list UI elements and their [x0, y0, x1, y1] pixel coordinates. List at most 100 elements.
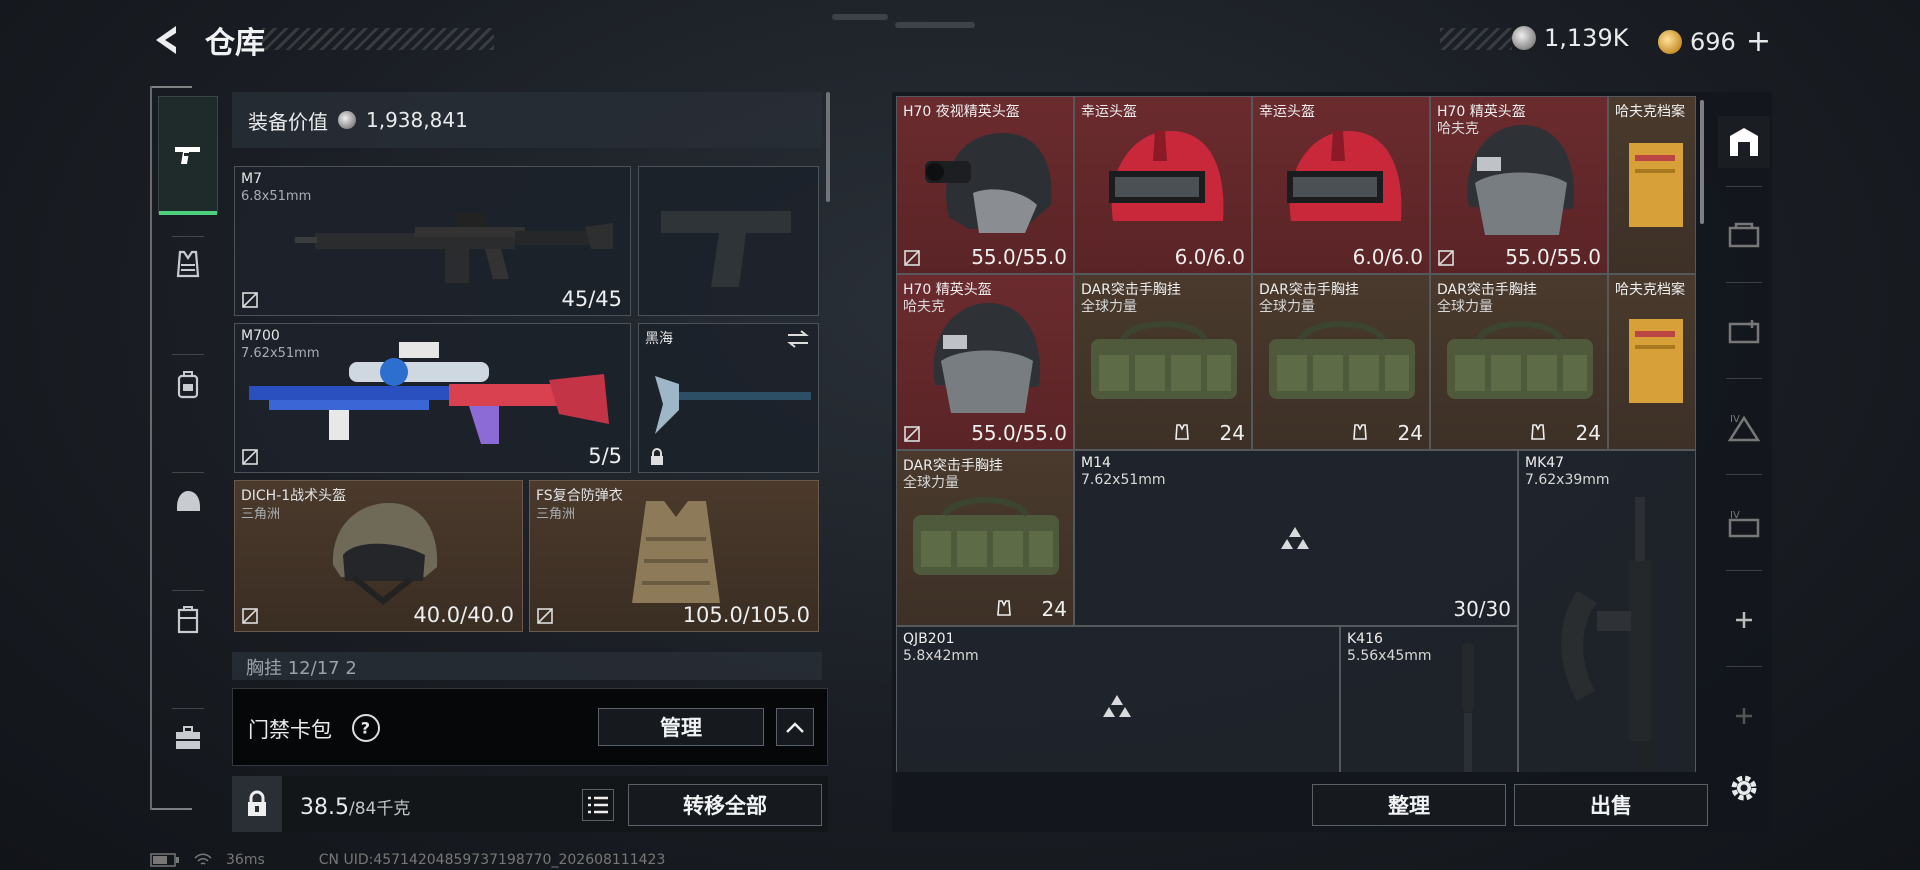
- manage-button[interactable]: 管理: [598, 708, 764, 746]
- plus-icon: [1736, 708, 1752, 724]
- stash-page-1[interactable]: [1718, 116, 1770, 168]
- case-icon: [177, 606, 199, 634]
- nav-backpack[interactable]: [160, 356, 216, 412]
- chest-rig-row[interactable]: 胸挂 12/17 2: [232, 652, 822, 680]
- stash-page-2[interactable]: [1718, 210, 1770, 262]
- keycard-label: 门禁卡包: [248, 718, 332, 742]
- settings-button[interactable]: [1718, 762, 1770, 814]
- stash-item[interactable]: H70 精英头盔 哈夫克 55.0/55.0: [896, 274, 1074, 450]
- secondary-weapon-slot[interactable]: [638, 166, 819, 316]
- warehouse-icon: [1730, 128, 1758, 156]
- document-folder-image: [1629, 143, 1683, 227]
- left-nav: [150, 86, 222, 810]
- armor-vest-image: [632, 501, 720, 603]
- stash-page-4-icon: IV: [1727, 414, 1761, 442]
- stash-page-4[interactable]: IV: [1718, 402, 1770, 454]
- stash-page-3[interactable]: [1718, 306, 1770, 358]
- plus-icon: [1736, 612, 1752, 628]
- stash-item[interactable]: 幸运头盔 6.0/6.0: [1252, 96, 1430, 274]
- stash-item[interactable]: QJB201 5.8x42mm: [896, 626, 1340, 772]
- collapse-button[interactable]: [776, 708, 814, 746]
- pistol-silhouette-icon: [661, 211, 791, 287]
- stash-item[interactable]: DAR突击手胸挂 全球力量 24: [896, 450, 1074, 626]
- backpack-icon: [177, 371, 199, 399]
- lucky-helmet-image: [1287, 131, 1402, 221]
- currency-decoration: [1440, 28, 1512, 50]
- sort-button[interactable]: 整理: [1312, 784, 1506, 826]
- lock-icon: [651, 448, 663, 465]
- slot-durability: 40.0/40.0: [413, 603, 514, 627]
- briefcase-icon: [176, 726, 200, 749]
- nav-case[interactable]: [160, 592, 216, 648]
- nav-weapons[interactable]: [158, 96, 218, 215]
- stash-grid: H70 夜视精英头盔 55.0/55.0 幸运头盔 6.0/6.0 幸运头盔 6…: [896, 96, 1696, 772]
- list-icon: [588, 796, 608, 814]
- h70-helmet-image: [933, 303, 1040, 413]
- list-view-button[interactable]: [582, 789, 614, 821]
- add-stash-page-button[interactable]: [1718, 594, 1770, 646]
- weight-value: 38.5: [300, 795, 349, 820]
- svg-text:IV: IV: [1730, 510, 1740, 521]
- wifi-icon: [194, 853, 212, 865]
- stash-item[interactable]: 哈夫克档案: [1608, 96, 1696, 274]
- m7-rifle-image: [295, 213, 613, 283]
- lucky-helmet-image: [1109, 131, 1224, 221]
- broken-badge-icon: [904, 250, 920, 266]
- gold-coin-icon: [1658, 29, 1682, 54]
- slot-ammo-count: 5/5: [588, 444, 622, 468]
- sniper-weapon-slot[interactable]: M700 7.62x51mm 5/5: [234, 323, 631, 473]
- loadout-scrollbar[interactable]: [826, 92, 830, 202]
- chest-rig-image: [1269, 321, 1415, 399]
- vest-icon: [1175, 424, 1189, 440]
- k416-rifle-image: [1462, 643, 1474, 772]
- padlock-icon: [248, 790, 266, 816]
- nav-chest-rig[interactable]: [160, 236, 216, 292]
- stash-item[interactable]: DAR突击手胸挂 全球力量 24: [1430, 274, 1608, 450]
- nv-helmet-image: [925, 133, 1052, 233]
- vest-icon: [1353, 424, 1367, 440]
- sell-button[interactable]: 出售: [1514, 784, 1708, 826]
- stash-item[interactable]: DAR突击手胸挂 全球力量 24: [1074, 274, 1252, 450]
- nav-briefcase[interactable]: [160, 710, 216, 766]
- broken-badge-icon: [242, 608, 258, 624]
- lock-button[interactable]: [232, 776, 282, 832]
- stash-scrollbar[interactable]: [1700, 100, 1704, 224]
- stash-item[interactable]: MK47 7.62x39mm: [1518, 450, 1696, 772]
- stash-item[interactable]: H70 夜视精英头盔 55.0/55.0: [896, 96, 1074, 274]
- silver-currency-value: 1,139K: [1544, 24, 1629, 52]
- melee-weapon-slot[interactable]: 黑海: [638, 323, 819, 473]
- chest-rig-image: [1447, 321, 1593, 399]
- add-stash-page-button-2[interactable]: [1718, 690, 1770, 742]
- slot-faction: 三角洲: [241, 507, 281, 522]
- nav-helmet[interactable]: [160, 474, 216, 530]
- ping-text: 36ms: [226, 852, 265, 868]
- stash-item[interactable]: H70 精英头盔 哈夫克 55.0/55.0: [1430, 96, 1608, 274]
- stash-item[interactable]: M14 7.62x51mm 30/30: [1074, 450, 1518, 626]
- broken-badge-icon: [242, 449, 258, 465]
- broken-badge-icon: [242, 292, 258, 308]
- add-currency-button[interactable]: +: [1746, 24, 1771, 59]
- page-title: 仓库: [205, 26, 265, 61]
- body-armor-slot[interactable]: FS复合防弹衣 三角洲 105.0/105.0: [529, 480, 819, 632]
- silver-coin-icon: [1512, 26, 1536, 50]
- svg-text:IV: IV: [1730, 414, 1740, 425]
- transfer-all-button[interactable]: 转移全部: [628, 784, 822, 826]
- stash-item[interactable]: 幸运头盔 6.0/6.0: [1074, 96, 1252, 274]
- helmet-slot[interactable]: DICH-1战术头盔 三角洲 40.0/40.0: [234, 480, 523, 632]
- stash-item[interactable]: DAR突击手胸挂 全球力量 24: [1252, 274, 1430, 450]
- silver-coin-icon: [338, 111, 356, 129]
- slot-name: M7: [241, 171, 262, 187]
- swap-icon[interactable]: [786, 330, 810, 348]
- axe-image: [655, 376, 811, 434]
- document-folder-image: [1629, 319, 1683, 403]
- primary-weapon-slot[interactable]: M7 6.8x51mm 45/45: [234, 166, 631, 316]
- stash-item[interactable]: 哈夫克档案: [1608, 274, 1696, 450]
- equip-value-bar: 装备价值 1,938,841: [232, 92, 822, 148]
- broken-badge-icon: [1438, 250, 1454, 266]
- broken-badge-icon: [537, 608, 553, 624]
- weight-max: /84千克: [348, 799, 411, 819]
- stash-item[interactable]: K416 5.56x45mm: [1340, 626, 1518, 772]
- uid-text: CN UID:45714204859737198770_202608111423: [318, 852, 666, 868]
- stash-page-5[interactable]: IV: [1718, 498, 1770, 550]
- back-button[interactable]: [148, 20, 188, 60]
